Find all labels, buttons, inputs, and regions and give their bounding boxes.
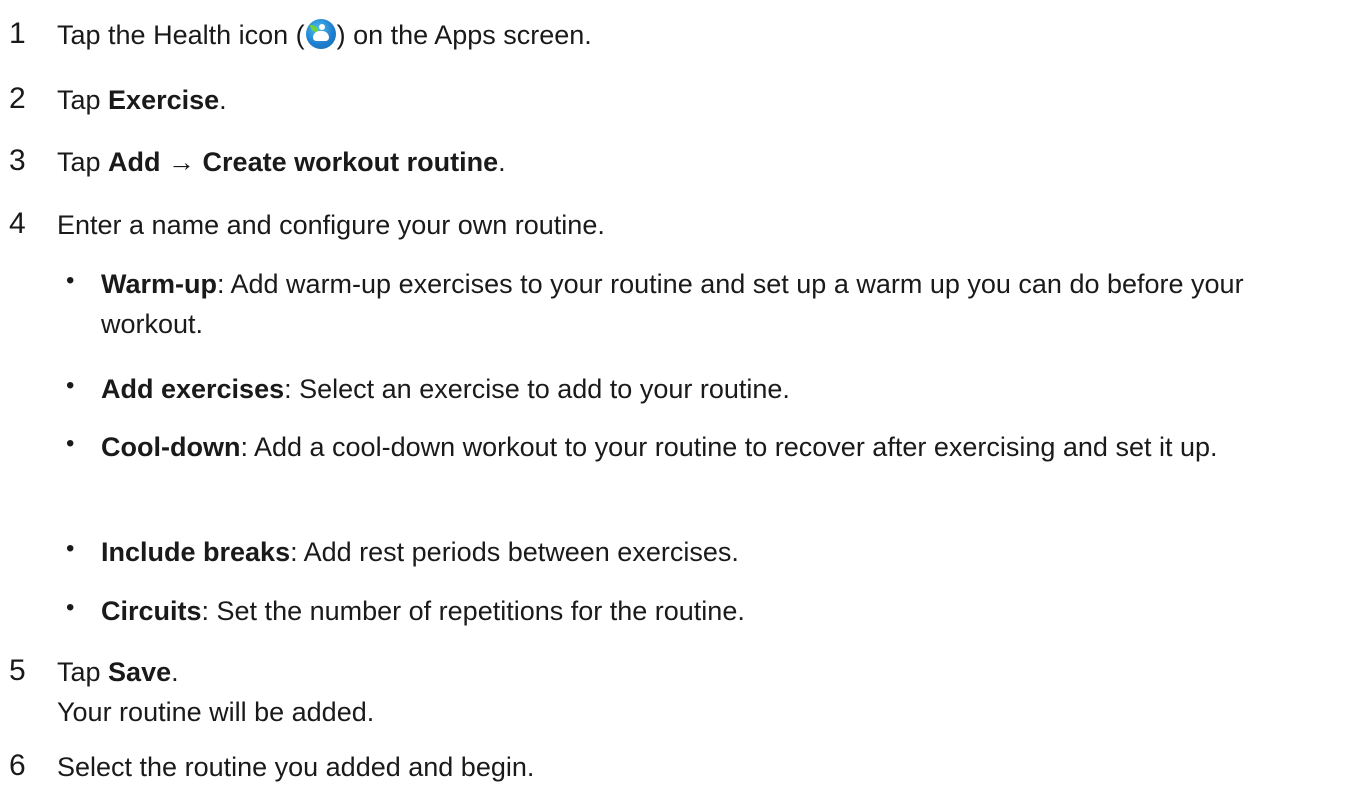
bullet-icon: • bbox=[66, 535, 75, 562]
step-number: 4 bbox=[9, 207, 26, 240]
bullet-text: Add exercises: Select an exercise to add… bbox=[101, 374, 790, 404]
step-text: Tap Add → Create workout routine. bbox=[57, 147, 506, 177]
bullet-icon: • bbox=[66, 430, 75, 457]
step-text: Tap Exercise. bbox=[57, 85, 227, 115]
step-number: 5 bbox=[9, 654, 26, 687]
arrow-icon: → bbox=[160, 147, 203, 177]
bullet-icon: • bbox=[66, 372, 75, 399]
step-number: 2 bbox=[9, 82, 26, 115]
step-text: Tap the Health icon () on the Apps scree… bbox=[57, 19, 592, 50]
bullet-icon: • bbox=[66, 267, 75, 294]
step-text: Tap Save. bbox=[57, 657, 179, 687]
bullet-text: Circuits: Set the number of repetitions … bbox=[101, 596, 745, 626]
instructions-document: 1 Tap the Health icon () on the Apps scr… bbox=[0, 0, 1355, 785]
step-result-note: Your routine will be added. bbox=[57, 697, 375, 727]
step-text: Select the routine you added and begin. bbox=[57, 752, 535, 782]
ui-label-add: Add bbox=[108, 147, 161, 177]
step-number: 3 bbox=[9, 144, 26, 177]
step-number: 1 bbox=[9, 17, 26, 50]
ui-label-create-workout-routine: Create workout routine bbox=[202, 147, 499, 177]
bullet-text: Include breaks: Add rest periods between… bbox=[101, 537, 739, 567]
bullet-icon: • bbox=[66, 594, 75, 621]
bullet-text: Warm-up: Add warm-up exercises to your r… bbox=[101, 269, 1244, 339]
step-text: Enter a name and configure your own rout… bbox=[57, 210, 605, 240]
health-app-icon bbox=[305, 19, 336, 49]
ui-label-exercise: Exercise bbox=[108, 85, 220, 115]
ui-label-save: Save bbox=[108, 657, 172, 687]
bullet-text: Cool-down: Add a cool-down workout to yo… bbox=[101, 432, 1218, 462]
step-number: 6 bbox=[9, 749, 26, 782]
